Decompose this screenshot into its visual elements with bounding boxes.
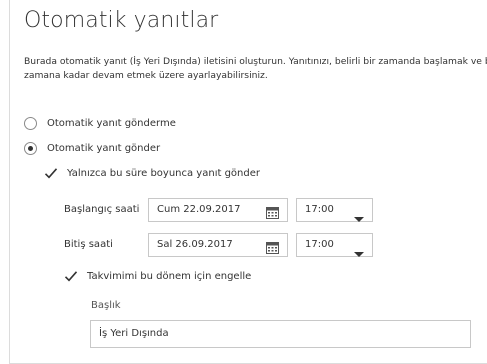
start-time-label: Başlangıç saati	[64, 204, 140, 215]
end-time-value: 17:00	[305, 239, 334, 250]
start-time-dropdown[interactable]: 17:00	[296, 198, 373, 222]
start-date-picker[interactable]: Cum 22.09.2017	[148, 198, 288, 222]
radio-option-no-reply[interactable]: Otomatik yanıt gönderme	[24, 114, 176, 132]
chevron-down-icon[interactable]	[354, 208, 364, 227]
checkmark-icon[interactable]	[64, 270, 78, 283]
end-time-dropdown[interactable]: 17:00	[296, 233, 373, 257]
end-date-picker[interactable]: Sal 26.09.2017	[148, 233, 288, 257]
radio-button-no-reply[interactable]	[24, 116, 37, 130]
checkbox-block-calendar[interactable]: Takvimimi bu dönem için engelle	[64, 267, 251, 285]
start-date-value: Cum 22.09.2017	[157, 204, 241, 215]
automatic-replies-panel: Otomatik yanıtlar Burada otomatik yanıt …	[9, 0, 487, 364]
calendar-icon[interactable]	[266, 204, 279, 223]
page-description: Burada otomatik yanıt (İş Yeri Dışında) …	[24, 56, 487, 81]
radio-option-send-reply[interactable]: Otomatik yanıt gönder	[24, 139, 160, 157]
end-date-value: Sal 26.09.2017	[157, 239, 233, 250]
radio-label-no-reply: Otomatik yanıt gönderme	[47, 117, 176, 129]
subject-label: Başlık	[91, 300, 121, 311]
subject-value: İş Yeri Dışında	[99, 328, 169, 339]
checkbox-block-calendar-label: Takvimimi bu dönem için engelle	[87, 270, 252, 282]
checkbox-time-range[interactable]: Yalnızca bu süre boyunca yanıt gönder	[44, 164, 260, 182]
calendar-icon[interactable]	[266, 239, 279, 258]
radio-button-send-reply[interactable]	[24, 141, 37, 155]
checkmark-icon[interactable]	[44, 167, 58, 180]
checkbox-time-range-label: Yalnızca bu süre boyunca yanıt gönder	[67, 167, 260, 179]
end-time-label: Bitiş saati	[64, 239, 113, 250]
start-time-value: 17:00	[305, 204, 334, 215]
chevron-down-icon[interactable]	[354, 243, 364, 262]
page-title: Otomatik yanıtlar	[24, 8, 219, 33]
radio-label-send-reply: Otomatik yanıt gönder	[47, 142, 161, 154]
subject-input[interactable]: İş Yeri Dışında	[90, 320, 471, 348]
